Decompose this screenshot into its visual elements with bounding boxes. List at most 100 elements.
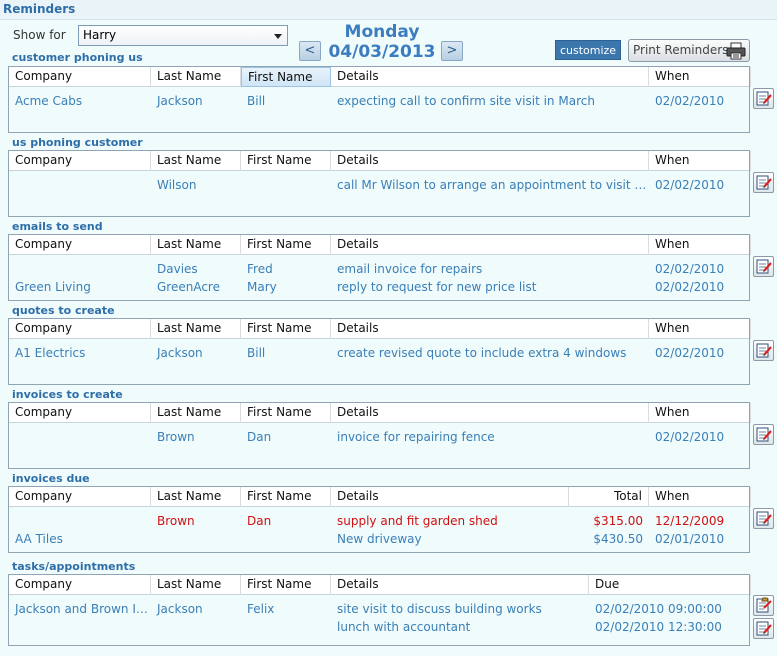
section-title-tasks-appointments: tasks/appointments (12, 560, 136, 573)
column-header-last-name[interactable]: Last Name (151, 151, 241, 171)
grid-invoices-due: Company Last Name First Name Details Total Wh… (8, 486, 751, 553)
grid-header: Company Last Name First Name Details When (9, 403, 751, 423)
table-row[interactable]: lunch with accountant 02/02/2010 12:30:00 (9, 618, 749, 636)
show-for-value: Harry (83, 28, 117, 42)
edit-note-icon[interactable] (753, 424, 774, 445)
section-title-emails-to-send: emails to send (12, 220, 103, 233)
cell-company (9, 176, 151, 194)
cell-when: 02/02/2010 (655, 178, 725, 192)
chevron-down-icon (274, 34, 282, 39)
column-header-last-name[interactable]: Last Name (151, 403, 241, 423)
cell-last-name: Davies (157, 262, 198, 276)
column-header-details[interactable]: Details (331, 235, 649, 255)
column-header-when[interactable]: When (649, 235, 751, 255)
cell-when: 12/12/2009 (655, 514, 725, 528)
cell-due: 02/02/2010 12:30:00 (595, 620, 722, 634)
column-header-first-name[interactable]: First Name (241, 235, 331, 255)
column-header-details[interactable]: Details (331, 319, 649, 339)
table-row[interactable]: Brown Dan supply and fit garden shed $315.0… (9, 512, 749, 530)
column-header-company[interactable]: Company (9, 67, 151, 87)
column-header-last-name[interactable]: Last Name (151, 67, 241, 87)
column-header-when[interactable]: When (649, 403, 751, 423)
column-header-company[interactable]: Company (9, 403, 151, 423)
edit-note-icon[interactable] (753, 172, 774, 193)
edit-note-icon[interactable] (753, 340, 774, 361)
column-header-details[interactable]: Details (331, 487, 569, 507)
show-for-select[interactable]: Harry (78, 25, 288, 46)
grid-header: Company Last Name First Name Details When (9, 319, 751, 339)
cell-company (9, 428, 151, 446)
table-row[interactable]: Brown Dan invoice for repairing fence 02/02… (9, 428, 749, 446)
column-header-when[interactable]: When (649, 319, 751, 339)
column-header-when[interactable]: When (649, 487, 751, 507)
table-row[interactable]: Jackson and Brown Interiors Jackson Felix s… (9, 600, 749, 618)
table-row[interactable]: AA Tiles New driveway $430.50 02/01/2010 (9, 530, 749, 548)
column-header-details[interactable]: Details (331, 67, 649, 87)
edit-note-icon[interactable] (753, 508, 774, 529)
column-header-first-name[interactable]: First Name (241, 319, 331, 339)
cell-details: call Mr Wilson to arrange an appointment… (337, 178, 649, 192)
column-header-last-name[interactable]: Last Name (151, 487, 241, 507)
column-header-first-name[interactable]: First Name (241, 487, 331, 507)
prev-day-button[interactable]: < (299, 41, 321, 61)
cell-first-name: Dan (247, 430, 272, 444)
next-day-button[interactable]: > (441, 41, 463, 61)
print-reminders-button[interactable]: Print Reminders (628, 39, 750, 62)
edit-note-icon[interactable] (753, 618, 774, 639)
chevron-right-icon: > (446, 43, 458, 58)
column-header-company[interactable]: Company (9, 487, 151, 507)
chevron-left-icon: < (304, 43, 316, 58)
grid-tasks-appointments: Company Last Name First Name Details Due Jack… (8, 574, 751, 646)
cell-first-name: Mary (247, 280, 277, 294)
cell-first-name (241, 176, 331, 194)
cell-details: create revised quote to include extra 4 … (337, 346, 627, 360)
cell-first-name: Fred (247, 262, 273, 276)
cell-last-name: Wilson (157, 178, 197, 192)
column-header-company[interactable]: Company (9, 319, 151, 339)
column-header-due[interactable]: Due (589, 575, 751, 595)
cell-details: New driveway (337, 532, 422, 546)
column-header-first-name[interactable]: First Name (241, 403, 331, 423)
grid-header: Company Last Name First Name Details Total Wh… (9, 487, 751, 507)
column-header-company[interactable]: Company (9, 575, 151, 595)
edit-note-icon[interactable] (753, 256, 774, 277)
section-title-customer-phoning-us: customer phoning us (12, 51, 143, 64)
cell-details: reply to request for new price list (337, 280, 537, 294)
column-header-details[interactable]: Details (331, 575, 589, 595)
cell-company (9, 618, 151, 636)
edit-note-icon[interactable] (753, 88, 774, 109)
column-header-details[interactable]: Details (331, 151, 649, 171)
cell-company: A1 Electrics (15, 346, 86, 360)
grid-quotes-to-create: Company Last Name First Name Details When A1 … (8, 318, 751, 385)
column-header-first-name[interactable]: First Name (241, 575, 331, 595)
column-header-company[interactable]: Company (9, 151, 151, 171)
cell-company: Green Living (15, 280, 91, 294)
column-header-company[interactable]: Company (9, 235, 151, 255)
cell-company (9, 260, 151, 278)
table-row[interactable]: Davies Fred email invoice for repairs 02/02… (9, 260, 749, 278)
task-note-icon[interactable] (753, 595, 774, 616)
table-row[interactable]: Wilson call Mr Wilson to arrange an appoi… (9, 176, 749, 194)
cell-last-name: Jackson (157, 602, 203, 616)
column-header-when[interactable]: When (649, 151, 751, 171)
column-header-last-name[interactable]: Last Name (151, 319, 241, 339)
column-header-last-name[interactable]: Last Name (151, 235, 241, 255)
section-title-quotes-to-create: quotes to create (12, 304, 115, 317)
cell-last-name (151, 530, 241, 548)
table-row[interactable]: Acme Cabs Jackson Bill expecting call to co… (9, 92, 749, 110)
column-header-last-name[interactable]: Last Name (151, 575, 241, 595)
cell-when: 02/02/2010 (655, 280, 725, 294)
column-header-first-name[interactable]: First Name (241, 67, 331, 87)
column-header-details[interactable]: Details (331, 403, 649, 423)
table-row[interactable]: A1 Electrics Jackson Bill create revised qu… (9, 344, 749, 362)
column-header-total[interactable]: Total (569, 487, 649, 507)
table-row[interactable]: Green Living GreenAcre Mary reply to reques… (9, 278, 749, 296)
page-title: Reminders (3, 2, 76, 16)
column-header-when[interactable]: When (649, 67, 751, 87)
cell-total: $430.50 (593, 532, 643, 546)
cell-last-name (151, 618, 241, 636)
customize-button[interactable]: customize (555, 40, 621, 60)
section-title-us-phoning-customer: us phoning customer (12, 136, 143, 149)
title-bar: Reminders (0, 0, 777, 20)
column-header-first-name[interactable]: First Name (241, 151, 331, 171)
